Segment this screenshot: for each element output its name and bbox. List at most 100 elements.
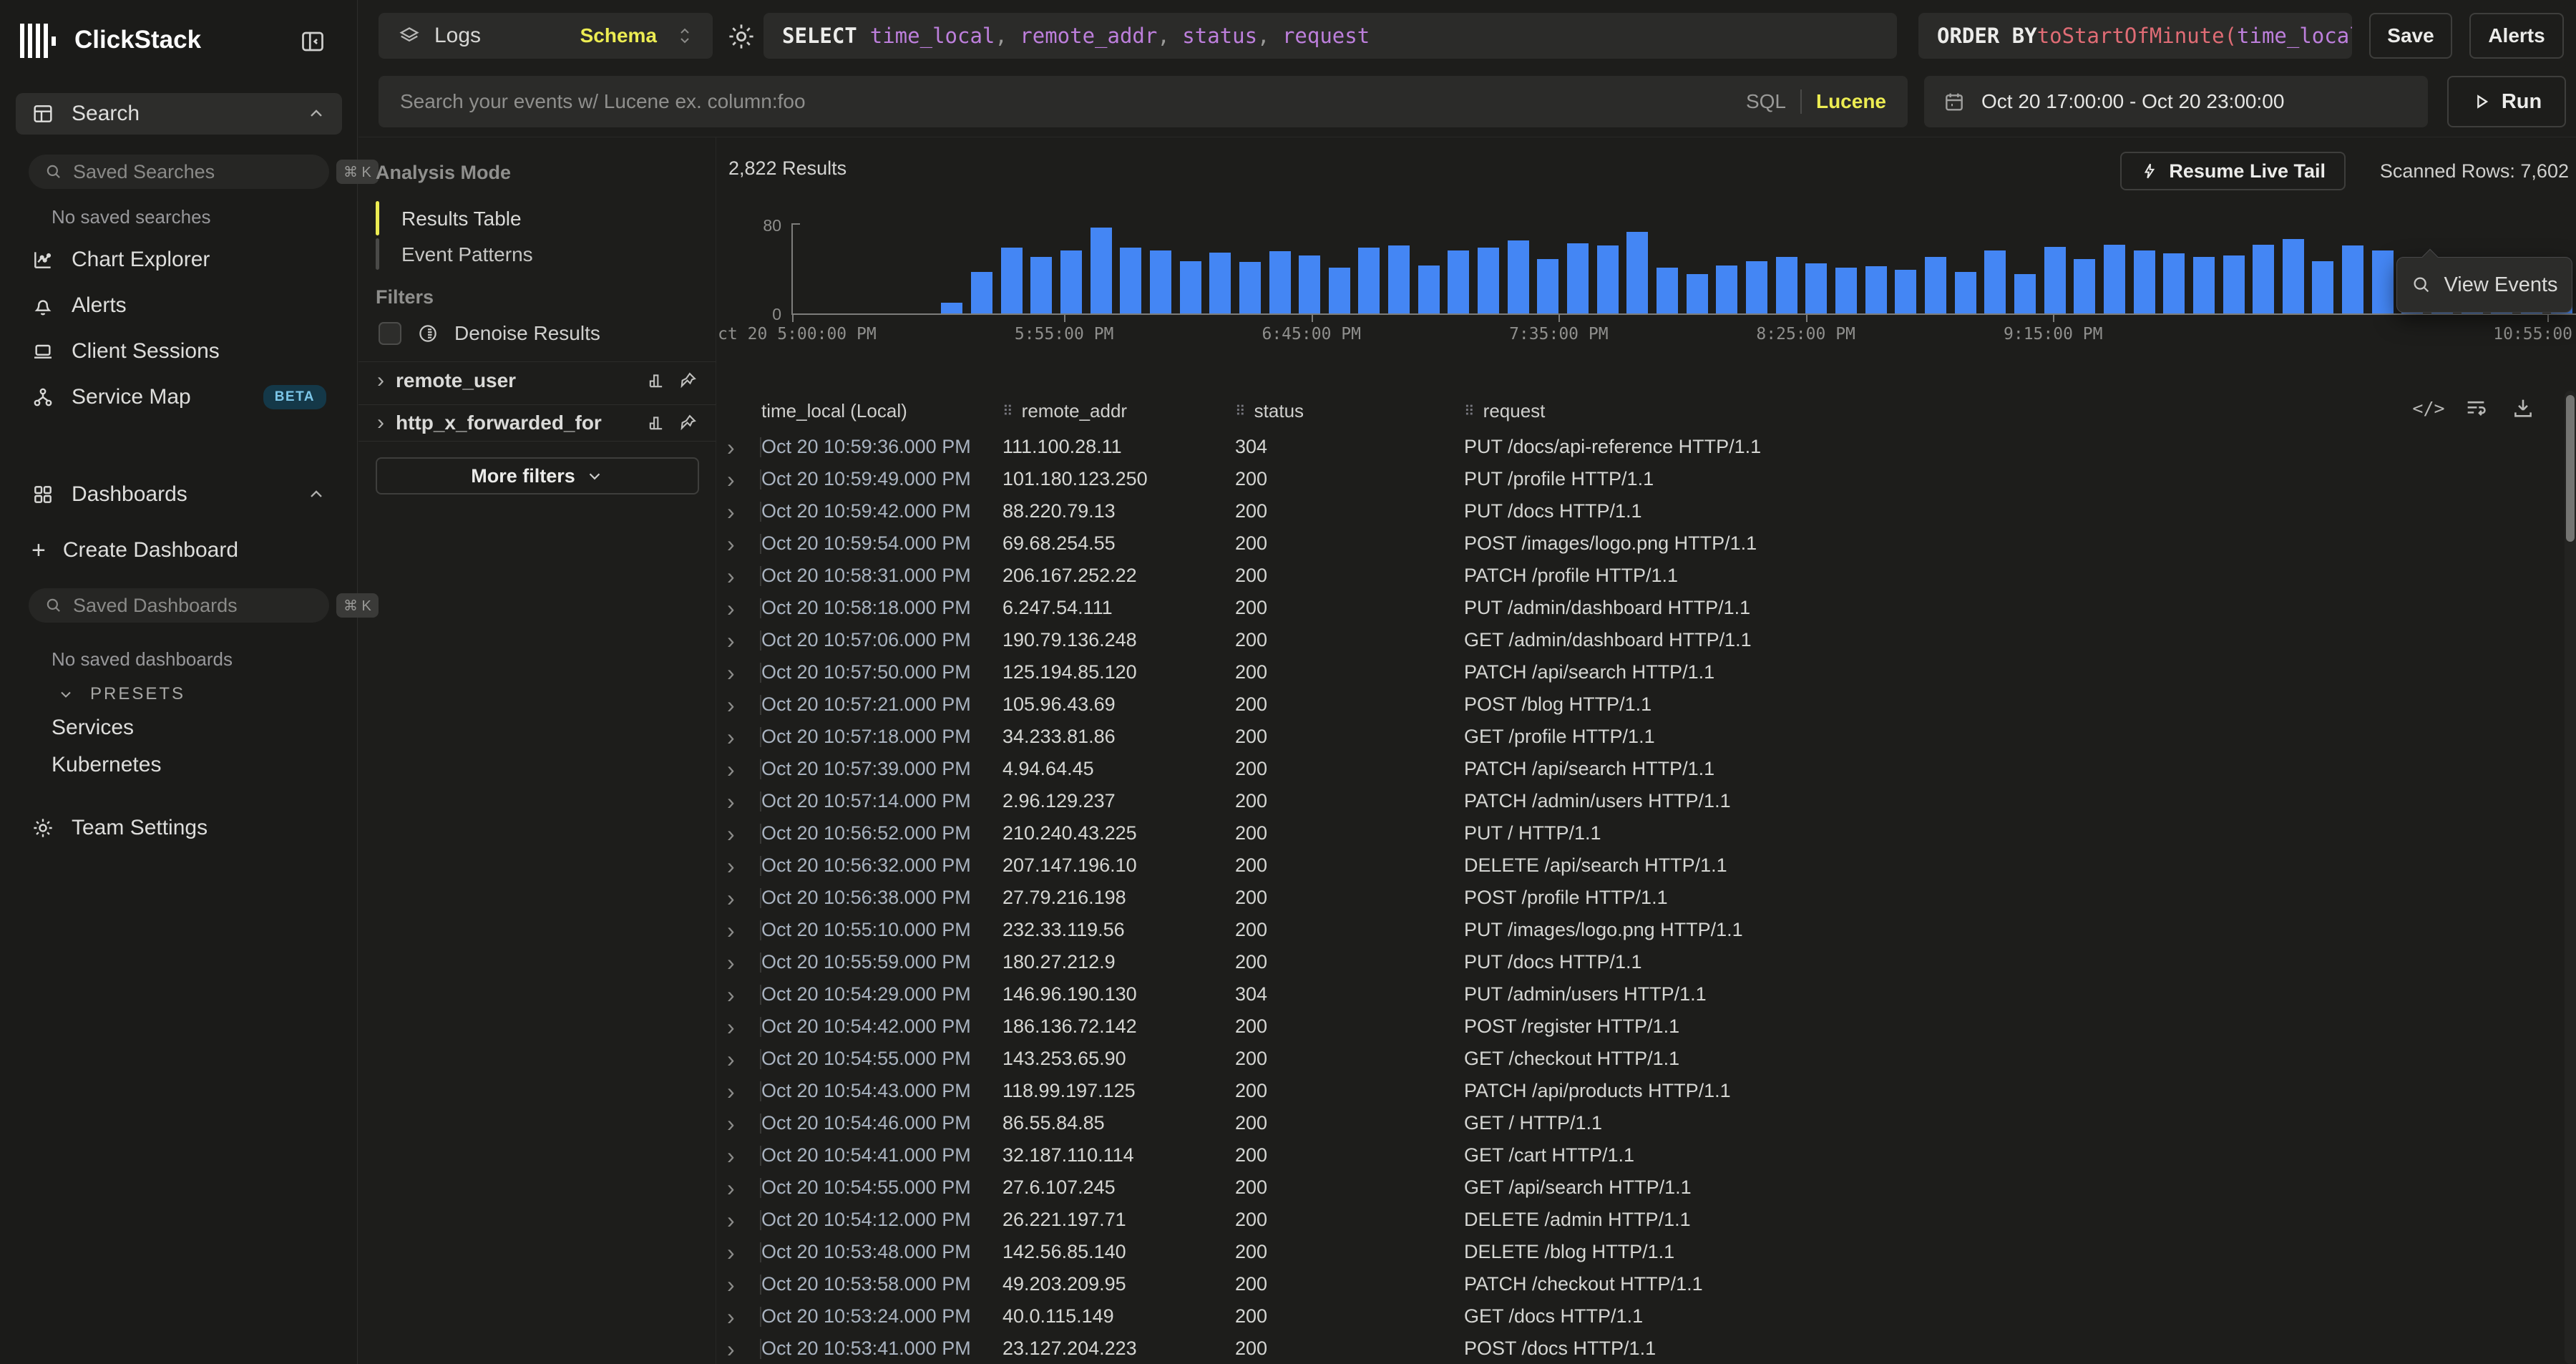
histogram-bar[interactable]	[2193, 257, 2215, 313]
expand-row-icon[interactable]: ›	[727, 1048, 735, 1071]
field-pin-icon[interactable]	[678, 413, 698, 433]
sidebar-item-search[interactable]: Search	[16, 93, 342, 135]
table-row[interactable]: ›Oct 20 10:57:21.000 PM105.96.43.69200PO…	[717, 688, 2562, 721]
expand-row-icon[interactable]: ›	[727, 1144, 735, 1167]
filter-field-remote_user[interactable]: › remote_user	[358, 361, 716, 399]
histogram-bar[interactable]	[1537, 259, 1558, 313]
histogram-bar[interactable]	[1001, 248, 1023, 313]
expand-row-icon[interactable]: ›	[727, 597, 735, 620]
histogram-bar[interactable]	[1865, 266, 1887, 313]
expand-row-icon[interactable]: ›	[727, 983, 735, 1006]
histogram-bar[interactable]	[1805, 263, 1827, 313]
table-row[interactable]: ›Oct 20 10:54:55.000 PM27.6.107.245200GE…	[717, 1171, 2562, 1204]
expand-row-icon[interactable]: ›	[727, 565, 735, 588]
table-row[interactable]: ›Oct 20 10:54:12.000 PM26.221.197.71200D…	[717, 1204, 2562, 1236]
drag-handle-icon[interactable]: ⠿	[1002, 402, 1013, 420]
saved-searches-input[interactable]	[73, 161, 326, 183]
histogram-bar[interactable]	[1508, 240, 1529, 313]
histogram-bar[interactable]	[971, 272, 992, 313]
histogram-bar[interactable]	[1895, 270, 1916, 313]
histogram-bar[interactable]	[1388, 245, 1410, 313]
saved-dashboards-input[interactable]	[73, 595, 326, 617]
expand-row-icon[interactable]: ›	[727, 1209, 735, 1232]
field-pin-icon[interactable]	[678, 371, 698, 391]
histogram-bar[interactable]	[1091, 228, 1112, 313]
table-row[interactable]: ›Oct 20 10:58:18.000 PM6.247.54.111200PU…	[717, 592, 2562, 624]
histogram-bar[interactable]	[2372, 250, 2394, 313]
table-row[interactable]: ›Oct 20 10:53:24.000 PM40.0.115.149200GE…	[717, 1300, 2562, 1333]
histogram-bar[interactable]	[1358, 248, 1380, 313]
histogram-bar[interactable]	[1329, 268, 1350, 313]
expand-row-icon[interactable]: ›	[727, 854, 735, 877]
expand-row-icon[interactable]: ›	[727, 468, 735, 491]
histogram-bar[interactable]	[1180, 261, 1201, 313]
histogram-bar[interactable]	[1478, 248, 1499, 313]
expand-row-icon[interactable]: ›	[727, 919, 735, 942]
sidebar-item-chart-explorer[interactable]: Chart Explorer	[16, 239, 342, 281]
sidebar-item-service-map[interactable]: Service Map BETA	[16, 376, 342, 418]
table-row[interactable]: ›Oct 20 10:56:32.000 PM207.147.196.10200…	[717, 849, 2562, 882]
table-row[interactable]: ›Oct 20 10:58:31.000 PM206.167.252.22200…	[717, 560, 2562, 592]
expand-row-icon[interactable]: ›	[727, 661, 735, 684]
table-row[interactable]: ›Oct 20 10:53:41.000 PM23.127.204.223200…	[717, 1333, 2562, 1364]
code-view-icon[interactable]: </>	[2416, 395, 2441, 421]
histogram-bar[interactable]	[2163, 253, 2185, 313]
histogram-bar[interactable]	[1984, 250, 2006, 313]
sql-toggle[interactable]: SQL	[1746, 90, 1786, 113]
table-row[interactable]: ›Oct 20 10:53:58.000 PM49.203.209.95200P…	[717, 1268, 2562, 1300]
histogram-bar[interactable]	[1567, 243, 1589, 313]
table-row[interactable]: ›Oct 20 10:57:14.000 PM2.96.129.237200PA…	[717, 785, 2562, 817]
preset-kubernetes[interactable]: Kubernetes	[52, 753, 161, 777]
table-row[interactable]: ›Oct 20 10:56:38.000 PM27.79.216.198200P…	[717, 882, 2562, 914]
table-row[interactable]: ›Oct 20 10:59:36.000 PM111.100.28.11304P…	[717, 431, 2562, 463]
field-chart-icon[interactable]	[646, 371, 666, 391]
histogram-bar[interactable]	[2014, 274, 2036, 313]
scrollbar-thumb[interactable]	[2566, 395, 2575, 542]
save-button[interactable]: Save	[2369, 13, 2452, 59]
histogram-bar[interactable]	[1597, 245, 1619, 313]
column-header-request[interactable]: ⠿ request	[1464, 400, 2562, 422]
run-button[interactable]: Run	[2447, 76, 2566, 127]
histogram-bar[interactable]	[2074, 259, 2095, 313]
mode-event-patterns[interactable]: Event Patterns	[401, 243, 533, 266]
alerts-button[interactable]: Alerts	[2469, 13, 2564, 59]
expand-row-icon[interactable]: ›	[727, 1241, 735, 1264]
histogram-bar[interactable]	[1687, 274, 1708, 313]
table-row[interactable]: ›Oct 20 10:54:43.000 PM118.99.197.125200…	[717, 1075, 2562, 1107]
histogram-bar[interactable]	[2223, 255, 2245, 313]
orderby-clause-input[interactable]: ORDER BY toStartOfMinute(time_local) D	[1918, 13, 2352, 59]
expand-row-icon[interactable]: ›	[727, 1338, 735, 1360]
histogram-bar[interactable]	[2342, 245, 2363, 313]
histogram-bar[interactable]	[2044, 247, 2066, 313]
table-row[interactable]: ›Oct 20 10:54:41.000 PM32.187.110.114200…	[717, 1139, 2562, 1171]
wrap-text-icon[interactable]	[2463, 395, 2489, 421]
histogram-bar[interactable]	[1657, 268, 1678, 313]
table-row[interactable]: ›Oct 20 10:54:29.000 PM146.96.190.130304…	[717, 978, 2562, 1010]
sidebar-item-dashboards[interactable]: Dashboards	[16, 474, 342, 515]
table-row[interactable]: ›Oct 20 10:57:06.000 PM190.79.136.248200…	[717, 624, 2562, 656]
expand-row-icon[interactable]: ›	[727, 1273, 735, 1296]
table-row[interactable]: ›Oct 20 10:53:48.000 PM142.56.85.140200D…	[717, 1236, 2562, 1268]
histogram-bar[interactable]	[1269, 251, 1291, 313]
histogram-bar[interactable]	[1060, 250, 1082, 313]
histogram-bar[interactable]	[1746, 261, 1767, 313]
more-filters-button[interactable]: More filters	[376, 457, 699, 495]
histogram-bar[interactable]	[1716, 266, 1737, 313]
histogram-bar[interactable]	[2134, 250, 2155, 313]
histogram-bar[interactable]	[2283, 239, 2304, 313]
view-events-tooltip[interactable]: View Events	[2396, 257, 2572, 313]
table-row[interactable]: ›Oct 20 10:54:46.000 PM86.55.84.85200GET…	[717, 1107, 2562, 1139]
histogram-bar[interactable]	[1030, 257, 1052, 313]
drag-handle-icon[interactable]: ⠿	[1235, 402, 1246, 420]
expand-row-icon[interactable]: ›	[727, 758, 735, 781]
source-selector[interactable]: Logs Schema	[379, 13, 713, 59]
histogram-bar[interactable]	[1239, 262, 1261, 313]
histogram-bar[interactable]	[2104, 245, 2125, 313]
table-scrollbar[interactable]	[2565, 391, 2576, 1364]
expand-row-icon[interactable]: ›	[727, 951, 735, 974]
expand-row-icon[interactable]: ›	[727, 790, 735, 813]
histogram-bar[interactable]	[1955, 272, 1976, 313]
histogram-bar[interactable]	[2253, 245, 2274, 313]
lucene-toggle[interactable]: Lucene	[1816, 90, 1886, 113]
expand-row-icon[interactable]: ›	[727, 436, 735, 459]
